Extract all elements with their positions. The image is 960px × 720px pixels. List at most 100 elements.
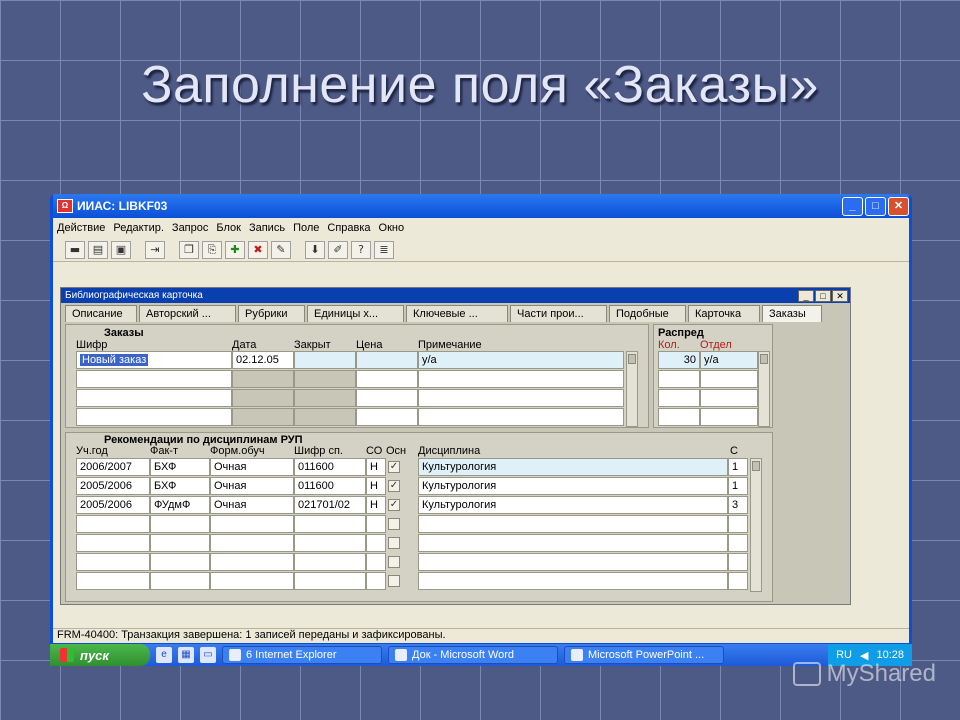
order-empty-cell[interactable] — [294, 370, 356, 388]
rec-empty-cell[interactable] — [366, 553, 386, 571]
print-preview-icon[interactable]: ▣ — [111, 240, 131, 259]
rec-s-cell[interactable]: 3 — [728, 496, 748, 514]
rec-empty-cell[interactable] — [150, 534, 210, 552]
order-empty-cell[interactable] — [76, 408, 232, 426]
tab-parts[interactable]: Части прои... — [510, 305, 607, 322]
inner-titlebar[interactable]: Библиографическая карточка _ □ ✕ — [61, 288, 850, 303]
order-note-field[interactable]: у/а — [418, 351, 624, 369]
start-button[interactable]: пуск — [50, 644, 150, 666]
rec-main-checkbox[interactable] — [388, 518, 400, 530]
rec-main-checkbox[interactable]: ✓ — [388, 461, 400, 473]
rec-empty-cell[interactable] — [728, 553, 748, 571]
distribution-scrollbar[interactable] — [758, 351, 770, 427]
dist-dept-field[interactable]: у/а — [700, 351, 758, 369]
menu-edit[interactable]: Редактир. — [113, 222, 164, 234]
order-date-field[interactable]: 02.12.05 — [232, 351, 294, 369]
rec-year-cell[interactable]: 2005/2006 — [76, 496, 150, 514]
order-empty-cell[interactable] — [418, 408, 624, 426]
rec-year-cell[interactable]: 2006/2007 — [76, 458, 150, 476]
dist-empty-cell[interactable] — [700, 389, 758, 407]
clear-icon[interactable]: ✎ — [271, 240, 291, 259]
copy-icon[interactable]: ❐ — [179, 240, 199, 259]
order-empty-cell[interactable] — [232, 370, 294, 388]
dist-qty-field[interactable]: 30 — [658, 351, 700, 369]
tab-rubrics[interactable]: Рубрики — [238, 305, 305, 322]
menu-field[interactable]: Поле — [293, 222, 319, 234]
tab-description[interactable]: Описание — [65, 305, 137, 322]
order-closed-field[interactable] — [294, 351, 356, 369]
rec-s-cell[interactable]: 1 — [728, 477, 748, 495]
order-empty-cell[interactable] — [76, 370, 232, 388]
rec-main-checkbox[interactable] — [388, 537, 400, 549]
app-titlebar[interactable]: Ω ИИАС: LIBKF03 _ □ ✕ — [53, 194, 909, 218]
dist-empty-cell[interactable] — [658, 389, 700, 407]
rec-empty-cell[interactable] — [294, 515, 366, 533]
app-quicklaunch-icon[interactable]: ▦ — [178, 647, 194, 663]
rec-empty-cell[interactable] — [150, 515, 210, 533]
dist-empty-cell[interactable] — [700, 408, 758, 426]
help-icon[interactable]: ? — [351, 240, 371, 259]
rec-empty-cell[interactable] — [294, 534, 366, 552]
menu-block[interactable]: Блок — [216, 222, 241, 234]
task-powerpoint[interactable]: Microsoft PowerPoint ... — [564, 646, 724, 664]
rec-co-cell[interactable]: Н — [366, 496, 386, 514]
order-empty-cell[interactable] — [418, 370, 624, 388]
rec-main-checkbox[interactable]: ✓ — [388, 499, 400, 511]
edit-icon[interactable]: ✐ — [328, 240, 348, 259]
delete-record-icon[interactable]: ✖ — [248, 240, 268, 259]
rec-form-cell[interactable]: Очная — [210, 477, 294, 495]
insert-record-icon[interactable]: ✚ — [225, 240, 245, 259]
rec-empty-cell[interactable] — [294, 553, 366, 571]
rec-empty-cell[interactable] — [728, 515, 748, 533]
tab-author[interactable]: Авторский ... — [139, 305, 236, 322]
dist-empty-cell[interactable] — [658, 370, 700, 388]
desktop-quicklaunch-icon[interactable]: ▭ — [200, 647, 216, 663]
rec-spec-cell[interactable]: 021701/02 — [294, 496, 366, 514]
menu-action[interactable]: Действие — [57, 222, 105, 234]
list-icon[interactable]: ≣ — [374, 240, 394, 259]
download-icon[interactable]: ⬇ — [305, 240, 325, 259]
orders-scrollbar[interactable] — [626, 351, 638, 427]
order-price-field[interactable] — [356, 351, 418, 369]
recommendations-scrollbar[interactable] — [750, 458, 762, 592]
rec-empty-cell[interactable] — [76, 515, 150, 533]
order-empty-cell[interactable] — [76, 389, 232, 407]
order-empty-cell[interactable] — [294, 389, 356, 407]
tab-card[interactable]: Карточка — [688, 305, 760, 322]
maximize-button[interactable]: □ — [865, 196, 886, 216]
rec-discipline-cell[interactable]: Культурология — [418, 458, 728, 476]
rec-co-cell[interactable]: Н — [366, 477, 386, 495]
rec-empty-cell[interactable] — [76, 572, 150, 590]
menu-window[interactable]: Окно — [379, 222, 405, 234]
order-empty-cell[interactable] — [232, 389, 294, 407]
menu-help[interactable]: Справка — [327, 222, 370, 234]
rec-empty-cell[interactable] — [294, 572, 366, 590]
order-empty-cell[interactable] — [418, 389, 624, 407]
rec-year-cell[interactable]: 2005/2006 — [76, 477, 150, 495]
rec-empty-cell[interactable] — [150, 572, 210, 590]
rec-empty-cell[interactable] — [210, 515, 294, 533]
rec-form-cell[interactable]: Очная — [210, 496, 294, 514]
rec-faculty-cell[interactable]: ФУдмФ — [150, 496, 210, 514]
order-empty-cell[interactable] — [232, 408, 294, 426]
rec-discipline-cell[interactable]: Культурология — [418, 477, 728, 495]
rec-form-cell[interactable]: Очная — [210, 458, 294, 476]
tab-similar[interactable]: Подобные — [609, 305, 686, 322]
rec-empty-cell[interactable] — [366, 572, 386, 590]
rec-empty-cell[interactable] — [418, 572, 728, 590]
rec-main-checkbox[interactable] — [388, 556, 400, 568]
menu-query[interactable]: Запрос — [172, 222, 208, 234]
rec-empty-cell[interactable] — [76, 553, 150, 571]
rec-empty-cell[interactable] — [366, 534, 386, 552]
rec-main-checkbox[interactable]: ✓ — [388, 480, 400, 492]
rec-co-cell[interactable]: Н — [366, 458, 386, 476]
rec-spec-cell[interactable]: 011600 — [294, 477, 366, 495]
rec-empty-cell[interactable] — [210, 572, 294, 590]
rec-faculty-cell[interactable]: БХФ — [150, 458, 210, 476]
rec-empty-cell[interactable] — [366, 515, 386, 533]
rec-s-cell[interactable]: 1 — [728, 458, 748, 476]
order-empty-cell[interactable] — [294, 408, 356, 426]
rec-empty-cell[interactable] — [418, 515, 728, 533]
order-empty-cell[interactable] — [356, 408, 418, 426]
rec-empty-cell[interactable] — [728, 572, 748, 590]
